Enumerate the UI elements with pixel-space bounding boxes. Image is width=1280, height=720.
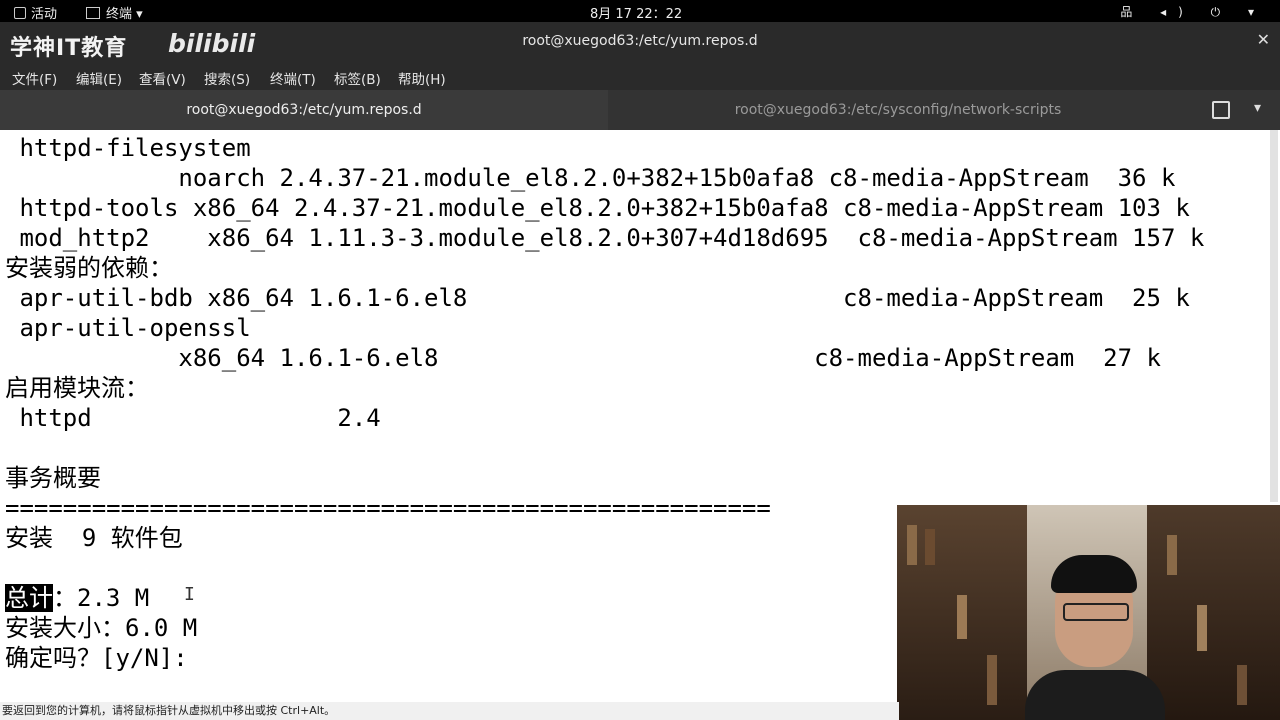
- presenter-hair: [1051, 555, 1137, 593]
- menu-edit[interactable]: 编辑(E): [76, 68, 122, 88]
- terminal-line: noarch 2.4.37-21.module_el8.2.0+382+15b0…: [5, 164, 1176, 192]
- glasses-icon: [1063, 603, 1129, 621]
- clock[interactable]: 8月 17 22：22: [590, 3, 682, 22]
- new-tab-icon[interactable]: [1212, 101, 1230, 119]
- terminal-line: apr-util-openssl: [5, 314, 251, 342]
- activities-button[interactable]: 活动: [14, 3, 57, 22]
- menu-search[interactable]: 搜索(S): [204, 68, 250, 88]
- book: [1197, 605, 1207, 651]
- app-menu-label: 终端 ▾: [106, 7, 143, 22]
- terminal-scrollbar[interactable]: [1270, 130, 1278, 502]
- window-title: root@xuegod63:/etc/yum.repos.d: [522, 33, 758, 49]
- app-menu-button[interactable]: 终端 ▾: [86, 3, 143, 22]
- window-title-bar[interactable]: 学神IT教育 bilibili root@xuegod63:/etc/yum.r…: [0, 22, 1280, 62]
- menu-help[interactable]: 帮助(H): [398, 68, 446, 88]
- terminal-line: 安装弱的依赖：: [5, 254, 173, 282]
- activities-label: 活动: [31, 7, 58, 22]
- tab-network-scripts[interactable]: root@xuegod63:/etc/sysconfig/network-scr…: [608, 90, 1188, 130]
- terminal-line: x86_64 1.6.1-6.el8 c8-media-AppStream 27…: [5, 344, 1161, 372]
- close-icon[interactable]: ✕: [1257, 30, 1270, 49]
- terminal-line: apr-util-bdb x86_64 1.6.1-6.el8 c8-media…: [5, 284, 1190, 312]
- menu-tabs[interactable]: 标签(B): [334, 68, 381, 88]
- webcam-overlay: [897, 505, 1280, 720]
- activities-icon: [14, 7, 26, 19]
- bookshelf: [1147, 505, 1280, 720]
- menu-bar: 文件(F) 编辑(E) 查看(V) 搜索(S) 终端(T) 标签(B) 帮助(H…: [0, 62, 1280, 90]
- system-top-bar: 活动 终端 ▾ 8月 17 22：22 品 ◂) ⏻ ▾: [0, 0, 1280, 22]
- book: [907, 525, 917, 565]
- book: [957, 595, 967, 639]
- book: [987, 655, 997, 705]
- terminal-line: httpd 2.4: [5, 404, 381, 432]
- text-cursor-icon: I: [184, 584, 195, 605]
- book: [925, 529, 935, 565]
- bookshelf: [897, 505, 1027, 720]
- terminal-line: mod_http2 x86_64 1.11.3-3.module_el8.2.0…: [5, 224, 1205, 252]
- terminal-line: httpd-filesystem: [5, 134, 251, 162]
- menu-terminal[interactable]: 终端(T): [270, 68, 316, 88]
- selected-text: 总计: [5, 584, 53, 612]
- presenter-body: [1025, 670, 1165, 720]
- tab-bar: root@xuegod63:/etc/yum.repos.d root@xueg…: [0, 90, 1280, 130]
- terminal-icon: [86, 7, 100, 19]
- total-value: ：2.3 M: [53, 584, 150, 612]
- terminal-line: 启用模块流：: [5, 374, 149, 402]
- book: [1167, 535, 1177, 575]
- system-tray-icons[interactable]: 品 ◂) ⏻ ▾: [1120, 3, 1266, 20]
- vm-status-hint: 要返回到您的计算机，请将鼠标指针从虚拟机中移出或按 Ctrl+Alt。: [0, 702, 899, 720]
- terminal-line: 事务概要: [5, 464, 101, 492]
- menu-file[interactable]: 文件(F): [12, 68, 57, 88]
- chevron-down-icon[interactable]: ▾: [1254, 100, 1261, 116]
- book: [1237, 665, 1247, 705]
- menu-view[interactable]: 查看(V): [139, 68, 186, 88]
- tab-yum-repos[interactable]: root@xuegod63:/etc/yum.repos.d: [0, 90, 608, 130]
- terminal-line: httpd-tools x86_64 2.4.37-21.module_el8.…: [5, 194, 1190, 222]
